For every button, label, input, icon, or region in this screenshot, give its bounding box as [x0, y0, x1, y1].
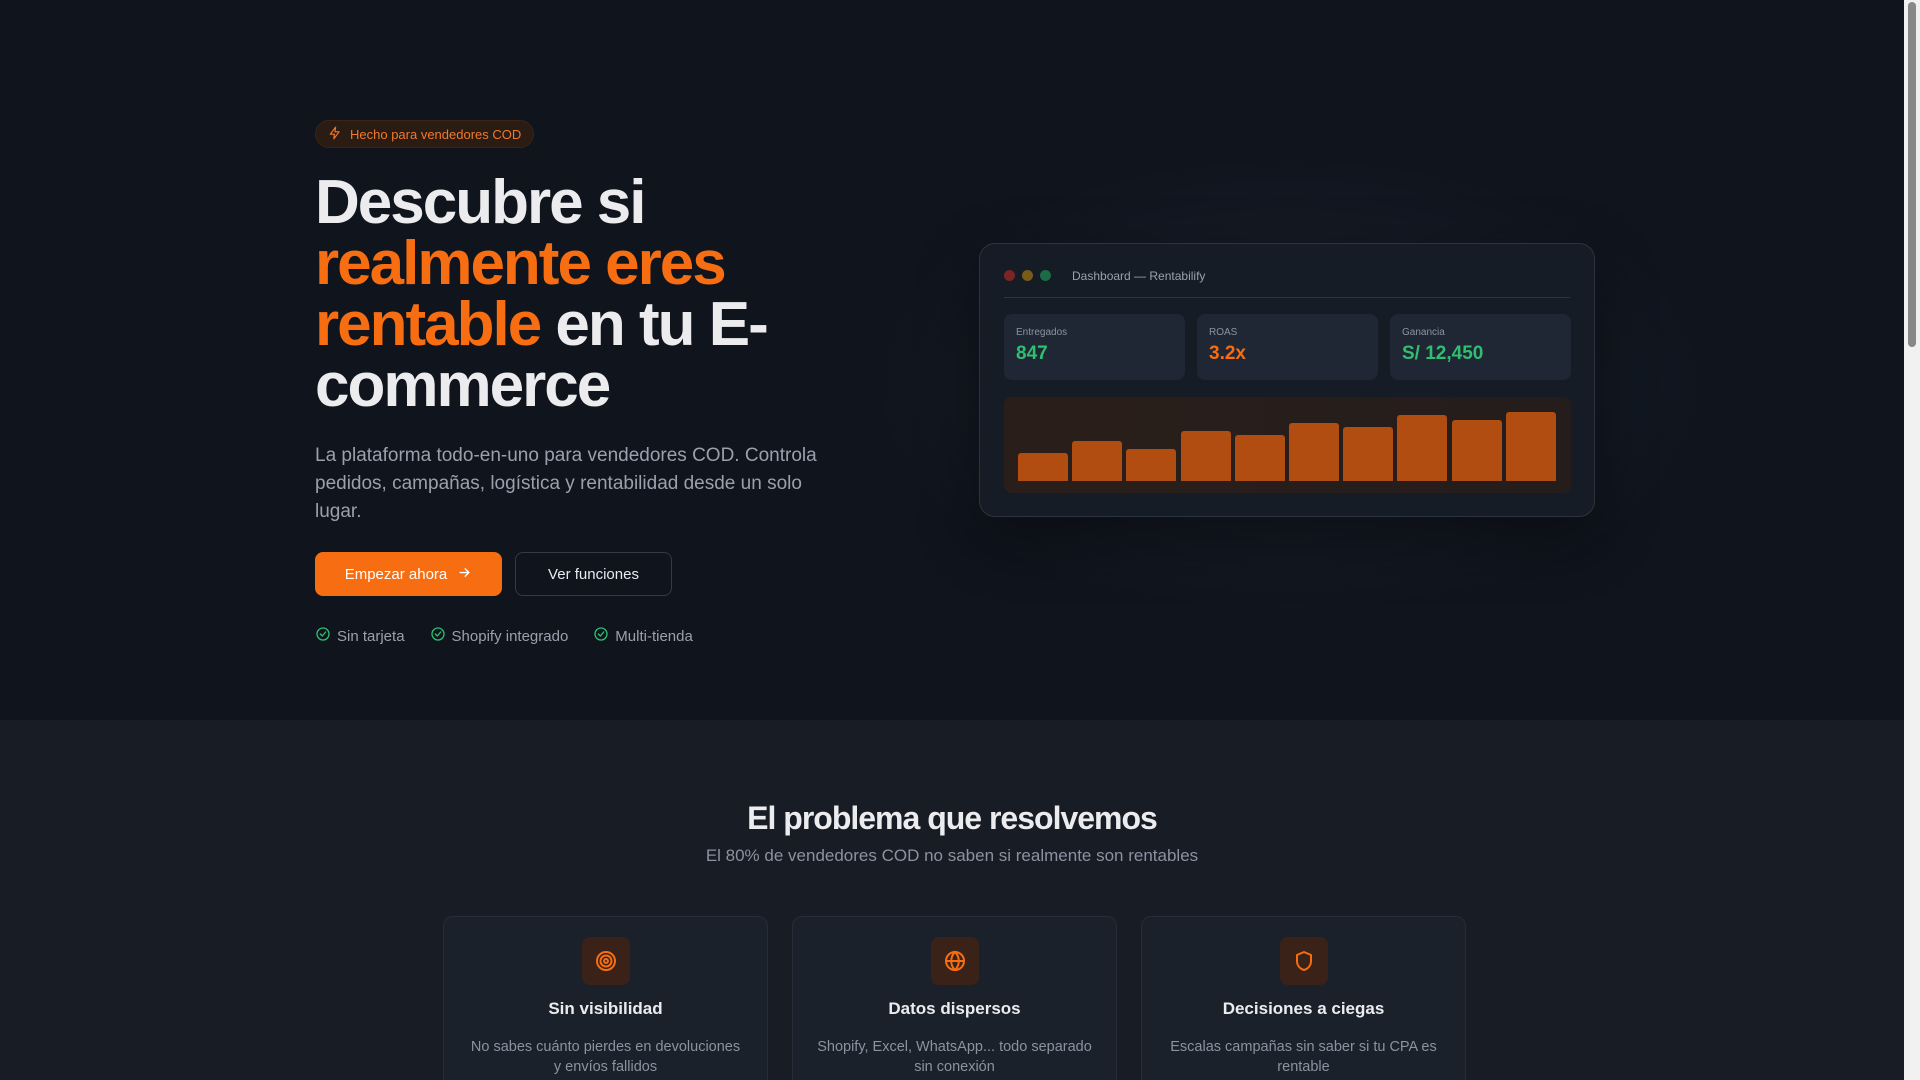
hero-subtitle: La plataforma todo-en-uno para vendedore…	[315, 445, 817, 522]
start-now-label: Empezar ahora	[344, 565, 448, 583]
card-description: Shopify, Excel, WhatsApp... todo separad…	[817, 1039, 1092, 1075]
problem-title: El problema que resolvemos	[747, 800, 1158, 836]
problem-card: Datos dispersos Shopify, Excel, WhatsApp…	[792, 916, 1117, 1080]
headline-line1: Descubre si	[315, 168, 647, 237]
problem-subtitle: El 80% de vendedores COD no saben si rea…	[705, 846, 1199, 865]
problem-cards: Sin visibilidad No sabes cuánto pierdes …	[443, 916, 1466, 1080]
card-title: Sin visibilidad	[548, 999, 663, 1018]
chart-bar	[1180, 431, 1231, 481]
stat-label: Entregados	[1016, 327, 1068, 338]
card-description: Escalas campañas sin saber si tu CPA es …	[1170, 1039, 1437, 1075]
shield-icon	[1279, 937, 1328, 985]
check-item: Sin tarjeta	[315, 626, 405, 646]
check-circle-icon	[315, 626, 331, 646]
check-label: Sin tarjeta	[337, 627, 405, 645]
stat-card: Ganancia S/ 12,450	[1390, 314, 1571, 380]
arrow-right-icon	[457, 565, 472, 584]
stat-value: 847	[1016, 343, 1048, 364]
stat-label: ROAS	[1209, 327, 1238, 338]
hero-badge-label: Hecho para vendedores COD	[350, 126, 522, 142]
hero-section: Hecho para vendedores COD Descubre si re…	[0, 0, 1904, 720]
card-title: Decisiones a ciegas	[1222, 999, 1385, 1018]
check-item: Shopify integrado	[430, 626, 569, 646]
dashboard-header: Dashboard — Rentabilify	[1004, 266, 1570, 298]
chart-bar	[1018, 453, 1068, 481]
dashboard-preview: Dashboard — Rentabilify Entregados 847 R…	[979, 243, 1595, 517]
chart-bar	[1126, 449, 1177, 481]
start-now-button[interactable]: Empezar ahora	[315, 552, 502, 596]
chart-bar	[1289, 423, 1339, 481]
chart-bar	[1343, 427, 1394, 481]
globe-icon	[930, 937, 979, 985]
window-dot-green	[1040, 270, 1051, 281]
dashboard-title: Dashboard — Rentabilify	[1072, 268, 1206, 283]
problem-card: Decisiones a ciegas Escalas campañas sin…	[1141, 916, 1466, 1080]
headline-rest: en tu E-	[540, 290, 768, 359]
stat-card: Entregados 847	[1004, 314, 1185, 380]
page-scrollbar[interactable]	[1904, 0, 1920, 1080]
stat-value: 3.2x	[1209, 343, 1246, 364]
check-circle-icon	[430, 626, 446, 646]
window-dot-yellow	[1022, 270, 1033, 281]
headline-accent1: realmente eres	[315, 229, 727, 298]
check-item: Multi-tienda	[593, 626, 693, 646]
chart-bar	[1505, 412, 1556, 481]
chart-bar	[1234, 435, 1285, 481]
feature-checks: Sin tarjeta Shopify integrado Multi-tien…	[315, 626, 855, 646]
target-icon	[581, 937, 630, 985]
hero-headline: Descubre si realmente eres rentable en t…	[315, 172, 855, 417]
hero-content: Hecho para vendedores COD Descubre si re…	[315, 120, 855, 646]
check-label: Multi-tienda	[615, 627, 693, 645]
stat-value: S/ 12,450	[1402, 343, 1484, 364]
chart-bar	[1072, 441, 1123, 481]
card-description: No sabes cuánto pierdes en devoluciones …	[470, 1039, 741, 1075]
lightning-icon	[328, 126, 342, 143]
cta-row: Empezar ahora Ver funciones	[315, 552, 855, 596]
hero-badge: Hecho para vendedores COD	[315, 120, 535, 148]
card-title: Datos dispersos	[888, 999, 1021, 1018]
stat-card: ROAS 3.2x	[1197, 314, 1378, 380]
headline-line4: commerce	[315, 351, 611, 420]
headline-accent2: rentable	[315, 290, 542, 359]
problem-card: Sin visibilidad No sabes cuánto pierdes …	[443, 916, 768, 1080]
check-label: Shopify integrado	[451, 627, 569, 645]
landing-page: Hecho para vendedores COD Descubre si re…	[0, 0, 1920, 1080]
scrollbar-thumb[interactable]	[1908, 2, 1916, 347]
window-dot-red	[1004, 270, 1015, 281]
mini-bar-chart	[1004, 397, 1571, 493]
check-circle-icon	[593, 626, 609, 646]
problem-section: El problema que resolvemos El 80% de ven…	[0, 720, 1904, 1080]
chart-bar	[1397, 415, 1448, 481]
stat-label: Ganancia	[1402, 327, 1445, 338]
see-features-button[interactable]: Ver funciones	[515, 552, 672, 596]
chart-bar	[1451, 420, 1502, 481]
dashboard-stats: Entregados 847 ROAS 3.2x Ganancia S/ 12,…	[1004, 314, 1571, 380]
